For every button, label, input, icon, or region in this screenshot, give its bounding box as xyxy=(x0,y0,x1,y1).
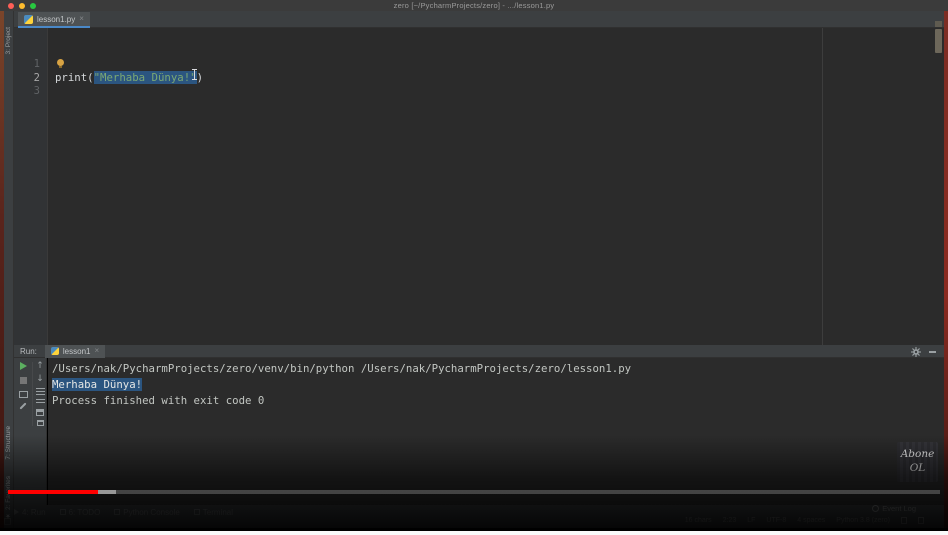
sidebar-item-project[interactable]: 3: Project xyxy=(5,27,12,54)
code-selected-string: "Merhaba Dünya!" xyxy=(93,71,197,84)
minimize-window-icon[interactable] xyxy=(19,2,25,9)
pin-tab-icon[interactable] xyxy=(19,402,27,410)
run-label: Run: xyxy=(20,346,37,356)
zoom-window-icon[interactable] xyxy=(30,2,36,9)
window-titlebar: zero [~/PycharmProjects/zero] - .../less… xyxy=(0,0,948,11)
soft-wrap-icon[interactable] xyxy=(35,388,45,395)
scroll-to-end-icon[interactable] xyxy=(35,399,45,405)
hide-panel-icon[interactable] xyxy=(929,351,936,353)
stop-icon[interactable] xyxy=(19,377,27,384)
close-window-icon[interactable] xyxy=(8,2,14,9)
down-stacktrace-icon[interactable]: ↓ xyxy=(36,375,44,384)
editor-gutter: 1 2 3 xyxy=(14,28,48,345)
code-call: print( xyxy=(55,71,94,84)
tab-lesson1py[interactable]: lesson1.py × xyxy=(18,12,90,28)
close-tab-icon[interactable]: × xyxy=(79,15,84,23)
tab-label: lesson1.py xyxy=(37,14,76,24)
player-controls: 3:13 / 35:11 xyxy=(0,496,948,531)
window-title: zero [~/PycharmProjects/zero] - .../less… xyxy=(393,1,555,10)
run-tab-lesson1[interactable]: lesson1 × xyxy=(44,344,106,358)
macos-traffic-lights[interactable] xyxy=(8,2,36,9)
rerun-icon[interactable] xyxy=(19,362,27,370)
page-background-edge xyxy=(0,531,948,535)
console-line-output-selected: Merhaba Dünya! xyxy=(52,378,143,391)
restore-layout-icon[interactable] xyxy=(18,391,28,398)
editor-scrollbar-thumb[interactable] xyxy=(935,29,942,53)
scrollbar-stripe-mark xyxy=(935,21,942,27)
print-console-icon[interactable] xyxy=(36,409,44,416)
line-number: 1 xyxy=(33,58,40,70)
progress-bar[interactable] xyxy=(8,490,940,494)
intention-bulb-icon[interactable] xyxy=(57,59,64,68)
progress-played xyxy=(8,490,99,494)
up-stacktrace-icon[interactable]: ↑ xyxy=(36,362,44,371)
clear-console-icon[interactable] xyxy=(36,420,44,426)
code-editor[interactable]: 1 2 3 print("Merhaba Dünya!") xyxy=(14,21,944,345)
run-panel-header: Run: lesson1 × xyxy=(14,344,944,358)
right-margin-guide xyxy=(822,28,823,345)
editor-tabbar: lesson1.py × xyxy=(14,11,944,28)
console-line-command: /Users/nak/PycharmProjects/zero/venv/bin… xyxy=(52,362,632,375)
video-player: zero [~/PycharmProjects/zero] - .../less… xyxy=(0,0,948,535)
line-number: 3 xyxy=(33,85,40,97)
line-number-active: 2 xyxy=(33,71,40,84)
run-tab-label: lesson1 xyxy=(62,346,91,356)
python-file-icon xyxy=(24,14,33,24)
close-run-tab-icon[interactable]: × xyxy=(94,347,99,355)
python-file-icon xyxy=(50,347,59,355)
run-settings-gear-icon[interactable] xyxy=(911,347,921,357)
console-line-exit: Process finished with exit code 0 xyxy=(52,394,265,407)
code-line-2: print("Merhaba Dünya!") xyxy=(55,71,203,85)
text-cursor-pointer xyxy=(191,69,198,80)
